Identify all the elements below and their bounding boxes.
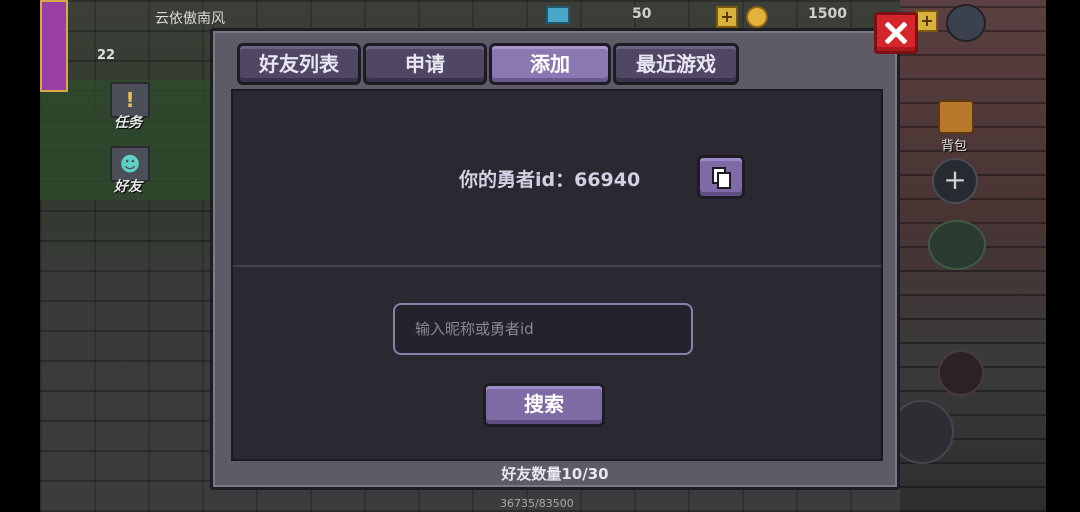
add-gems-button[interactable]: + xyxy=(916,10,938,32)
backpack-label: 背包 xyxy=(941,139,968,154)
player-name: 云依傲南风 xyxy=(155,11,225,27)
tab-add[interactable]: 添加 xyxy=(489,43,611,85)
energy-icon xyxy=(546,6,570,24)
friends-label: 好友 xyxy=(114,179,142,195)
quest-label: 任务 xyxy=(114,115,142,131)
skill-button[interactable] xyxy=(928,220,986,270)
friend-icon: ☻ xyxy=(119,152,141,176)
event-banner-icon[interactable] xyxy=(40,0,68,92)
hero-id-section: 你的勇者id：66940 xyxy=(233,91,881,265)
exclamation-icon: ! xyxy=(125,88,135,112)
hp-readout: 36735/83500 xyxy=(500,497,574,510)
section-divider xyxy=(233,265,881,267)
copy-id-button[interactable] xyxy=(697,155,745,199)
gems-value: 1500 xyxy=(808,6,847,22)
energy-value: 50 xyxy=(632,6,652,22)
tab-friend-list[interactable]: 好友列表 xyxy=(237,43,361,85)
copy-icon xyxy=(712,167,731,189)
friends-dialog: 好友列表 申请 添加 最近游戏 你的勇者id：66940 搜索 好友数量10/3… xyxy=(210,28,900,490)
settings-gear-button[interactable] xyxy=(946,4,986,42)
search-button[interactable]: 搜索 xyxy=(483,383,605,427)
close-button[interactable] xyxy=(874,12,918,54)
player-level: 22 xyxy=(97,48,116,63)
add-friend-panel: 你的勇者id：66940 搜索 xyxy=(231,89,883,461)
game-screen: 云依傲南风 22 ! 任务 ☻ 好友 50 + 1500 + 背包 + 3673… xyxy=(0,0,1080,512)
backpack-icon[interactable] xyxy=(938,100,974,134)
coin-icon xyxy=(746,6,768,28)
friend-count: 好友数量10/30 xyxy=(501,465,609,483)
search-input[interactable] xyxy=(393,303,693,355)
weapon-switch-button[interactable] xyxy=(938,350,984,396)
close-icon xyxy=(885,22,907,44)
plus-circle-button[interactable]: + xyxy=(932,158,978,204)
tab-requests[interactable]: 申请 xyxy=(363,43,487,85)
tab-recent-games[interactable]: 最近游戏 xyxy=(613,43,739,85)
hero-id-label: 你的勇者id：66940 xyxy=(459,169,641,191)
add-energy-button[interactable]: + xyxy=(716,6,738,28)
